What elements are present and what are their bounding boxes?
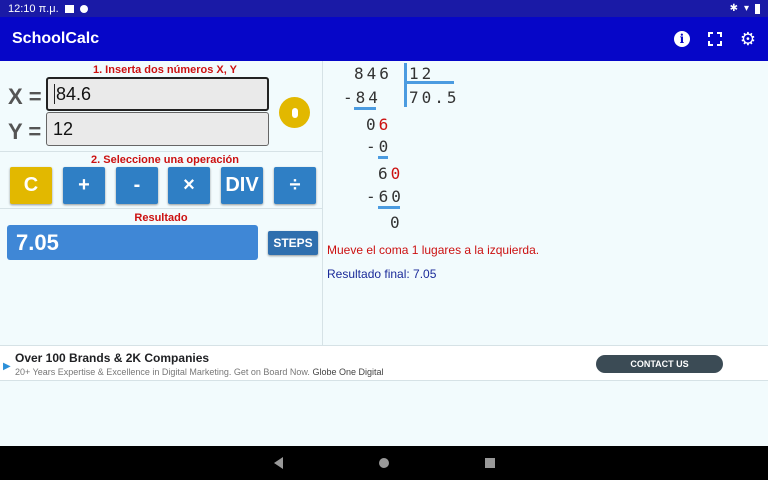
info-icon[interactable]: i: [673, 31, 690, 47]
remainder-2: 60: [378, 164, 403, 183]
add-button[interactable]: +: [63, 167, 105, 204]
final-remainder: 0: [390, 213, 403, 232]
multiply-button[interactable]: ×: [168, 167, 210, 204]
home-icon[interactable]: [378, 458, 389, 468]
subtrahend-1: -84: [343, 88, 381, 107]
divider: [0, 151, 322, 152]
division-bracket-horizontal: [407, 81, 454, 84]
division-bracket-vertical: [404, 63, 407, 107]
x-input[interactable]: 84.6: [46, 77, 269, 111]
brought-down-digit: 6: [378, 115, 392, 134]
microphone-icon: [291, 107, 298, 118]
y-input-value: 12: [53, 118, 74, 139]
status-bar: 12:10 π.μ. ✱ ▾: [0, 0, 768, 17]
subtraction-line: [378, 156, 388, 159]
x-label: X =: [8, 84, 42, 109]
app-bar-actions: i ⚙: [673, 30, 756, 48]
divider: [0, 208, 322, 209]
settings-gear-icon[interactable]: ⚙: [740, 30, 756, 48]
y-input[interactable]: 12: [46, 112, 269, 146]
operations-heading: 2. Seleccione una operación: [91, 154, 239, 166]
fullscreen-icon[interactable]: [707, 32, 722, 46]
gallery-icon: [64, 4, 74, 13]
comma-message: Mueve el coma 1 lugares a la izquierda.: [327, 243, 540, 257]
app-title: SchoolCalc: [12, 30, 100, 47]
contact-us-button[interactable]: CONTACT US: [596, 355, 723, 373]
text-cursor: [54, 84, 55, 104]
brought-down-digit: 0: [390, 164, 404, 183]
subtrahend-2: -0: [366, 137, 392, 156]
division-steps: 846 12 70.5 -84 06 -0 60 -60 0: [323, 61, 768, 345]
remainder-2-digit: 6: [378, 164, 391, 183]
subtract-button[interactable]: -: [116, 167, 158, 204]
battery-icon: [755, 3, 760, 14]
remainder-1-digit: 0: [366, 115, 379, 134]
integer-division-button[interactable]: DIV: [221, 167, 263, 204]
subtraction-line: [378, 206, 400, 209]
inputs-heading: 1. Inserta dos números X, Y: [92, 64, 238, 76]
remainder-1: 06: [366, 115, 391, 134]
app-bar: SchoolCalc i ⚙: [0, 17, 768, 61]
quotient: 70.5: [409, 88, 460, 107]
subtrahend-3: -60: [366, 187, 404, 206]
ad-brand: Globe One Digital: [312, 367, 384, 377]
status-time: 12:10 π.μ.: [8, 2, 59, 15]
result-display: 7.05: [7, 225, 258, 260]
ad-banner[interactable]: ▶ Over 100 Brands & 2K Companies 20+ Yea…: [0, 345, 768, 381]
x-input-value: 84.6: [56, 83, 92, 104]
recents-icon[interactable]: [484, 458, 495, 468]
dividend: 846: [354, 64, 392, 83]
ad-subtitle-text: 20+ Years Expertise & Excellence in Digi…: [15, 367, 310, 377]
status-icons: ✱ ▾: [730, 3, 760, 14]
ad-subtitle: 20+ Years Expertise & Excellence in Digi…: [15, 367, 383, 377]
bluetooth-icon: ✱: [729, 3, 738, 14]
notification-icon: [79, 4, 88, 13]
y-label: Y =: [8, 119, 42, 144]
subtraction-line: [354, 107, 376, 110]
back-icon[interactable]: [273, 457, 283, 469]
divide-button[interactable]: ÷: [274, 167, 316, 204]
ad-title: Over 100 Brands & 2K Companies: [15, 351, 210, 365]
wifi-icon: ▾: [743, 3, 749, 14]
system-nav-bar: [0, 446, 768, 480]
ad-choices-icon[interactable]: ▶: [3, 361, 11, 372]
clear-button[interactable]: C: [10, 167, 52, 204]
result-heading: Resultado: [134, 212, 188, 224]
final-result-message: Resultado final: 7.05: [327, 267, 437, 281]
microphone-button[interactable]: [279, 97, 310, 128]
steps-button[interactable]: STEPS: [268, 231, 318, 255]
